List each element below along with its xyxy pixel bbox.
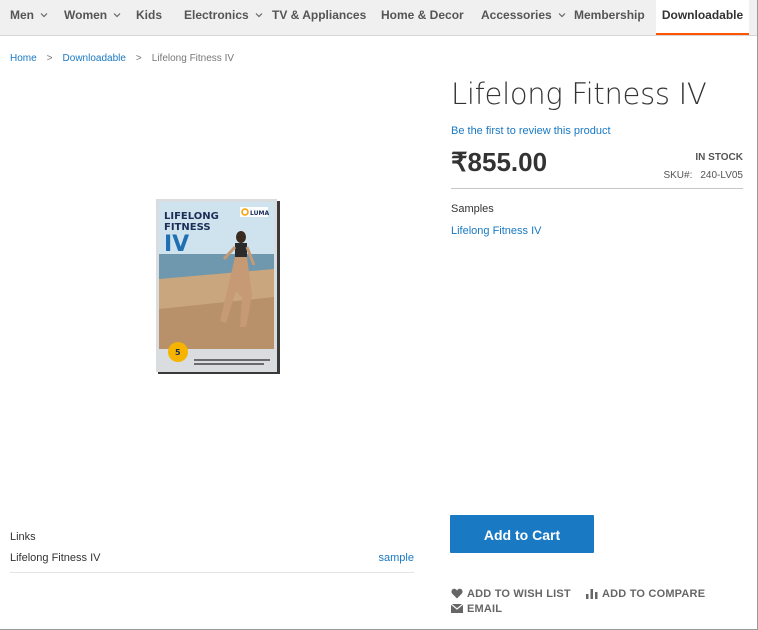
breadcrumb: Home > Downloadable > Lifelong Fitness IV bbox=[10, 53, 234, 64]
nav-item-label: Home & Decor bbox=[381, 8, 464, 22]
nav-item-women[interactable]: Women bbox=[64, 0, 122, 35]
nav-item-label: Men bbox=[10, 8, 34, 22]
breadcrumb-category-link[interactable]: Downloadable bbox=[63, 53, 126, 64]
nav-item-membership[interactable]: Membership bbox=[574, 0, 645, 35]
link-row: Lifelong Fitness IV sample bbox=[10, 552, 414, 564]
chevron-down-icon bbox=[40, 12, 48, 18]
wishlist-label: ADD TO WISH LIST bbox=[467, 588, 571, 600]
nav-item-label: Kids bbox=[136, 8, 163, 22]
samples-title: Samples bbox=[451, 203, 494, 215]
bar-chart-icon bbox=[586, 588, 598, 599]
compare-label: ADD TO COMPARE bbox=[602, 588, 706, 600]
cover-title-line1: LIFELONG bbox=[164, 211, 219, 222]
nav-item-label: Accessories bbox=[481, 8, 552, 22]
page-title: Lifelong Fitness IV bbox=[451, 77, 707, 111]
stock-status: IN STOCK bbox=[695, 152, 743, 163]
product-sku: SKU#: 240-LV05 bbox=[663, 170, 743, 181]
chevron-down-icon bbox=[558, 12, 566, 18]
divider bbox=[451, 188, 743, 189]
link-item-label: Lifelong Fitness IV bbox=[10, 552, 101, 564]
nav-item-downloadable[interactable]: Downloadable bbox=[656, 0, 749, 35]
chevron-down-icon bbox=[255, 12, 263, 18]
chevron-down-icon bbox=[113, 12, 121, 18]
sample-link[interactable]: Lifelong Fitness IV bbox=[451, 225, 542, 237]
divider bbox=[10, 572, 414, 573]
nav-item-electronics[interactable]: Electronics bbox=[184, 0, 264, 35]
breadcrumb-separator: > bbox=[46, 53, 53, 64]
nav-item-home-decor[interactable]: Home & Decor bbox=[381, 0, 464, 35]
nav-item-men[interactable]: Men bbox=[10, 0, 49, 35]
sku-value: 240-LV05 bbox=[700, 170, 743, 181]
review-link[interactable]: Be the first to review this product bbox=[451, 125, 611, 137]
product-image[interactable]: LIFELONG FITNESS IV LUMA 5 bbox=[156, 199, 281, 375]
add-to-cart-button[interactable]: Add to Cart bbox=[450, 515, 594, 553]
sku-label: SKU#: bbox=[663, 170, 693, 181]
cover-brand: LUMA bbox=[250, 210, 269, 217]
envelope-icon bbox=[451, 603, 463, 613]
nav-item-label: Membership bbox=[574, 8, 645, 22]
cover-title-line3: IV bbox=[164, 232, 189, 257]
nav-item-label: Electronics bbox=[184, 8, 249, 22]
cover-badge: 5 bbox=[175, 348, 181, 357]
email-link[interactable]: EMAIL bbox=[451, 603, 502, 615]
nav-item-label: Downloadable bbox=[661, 8, 744, 22]
nav-item-label: Women bbox=[64, 8, 108, 22]
links-title: Links bbox=[10, 531, 36, 543]
breadcrumb-current: Lifelong Fitness IV bbox=[151, 53, 235, 64]
add-to-compare-link[interactable]: ADD TO COMPARE bbox=[586, 588, 705, 600]
link-sample-link[interactable]: sample bbox=[379, 552, 414, 564]
breadcrumb-home-link[interactable]: Home bbox=[10, 53, 37, 64]
nav-item-accessories[interactable]: Accessories bbox=[481, 0, 567, 35]
nav-item-kids[interactable]: Kids bbox=[136, 0, 162, 35]
email-label: EMAIL bbox=[467, 603, 503, 615]
top-navigation: Men Women Kids Electronics TV & Applianc… bbox=[0, 0, 757, 36]
nav-item-label: TV & Appliances bbox=[272, 8, 367, 22]
nav-item-tv-appliances[interactable]: TV & Appliances bbox=[272, 0, 366, 35]
add-to-wishlist-link[interactable]: ADD TO WISH LIST bbox=[451, 588, 571, 600]
product-price: ₹855.00 bbox=[451, 147, 548, 177]
breadcrumb-separator: > bbox=[135, 53, 142, 64]
heart-icon bbox=[451, 588, 463, 599]
